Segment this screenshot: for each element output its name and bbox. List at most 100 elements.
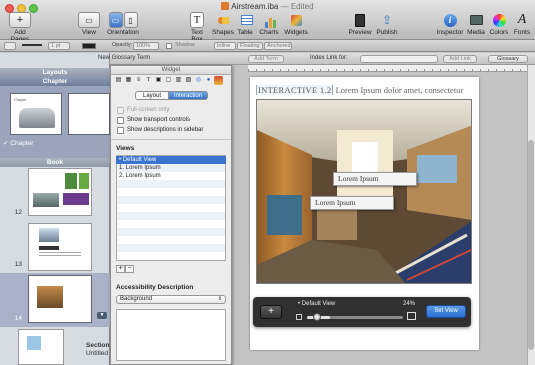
show-descriptions-checkbox[interactable]	[117, 127, 124, 134]
accessibility-description-field[interactable]	[116, 309, 226, 361]
show-descriptions-label: Show descriptions in sidebar	[127, 127, 204, 133]
page-thumbnail[interactable]	[28, 223, 92, 271]
tab-layout[interactable]: Layout	[135, 91, 169, 100]
show-transport-checkbox[interactable]	[117, 117, 124, 124]
accessibility-dropdown[interactable]: Background ⇕	[116, 295, 226, 304]
colors-button[interactable]: Colors	[488, 12, 510, 36]
stroke-style-selector[interactable]	[22, 44, 42, 46]
layout-inspector-icon[interactable]: ▦	[124, 76, 133, 85]
widget-title[interactable]: INTERACTIVE 1.2 Lorem Ipsum dolor amet, …	[256, 85, 476, 95]
widgets-icon	[285, 12, 307, 28]
add-term-button[interactable]: Add Term	[248, 55, 284, 63]
section-subtitle: Untitled	[86, 350, 109, 357]
widget-caption: Lorem Ipsum dolor amet, consectetur	[335, 85, 464, 95]
orientation-control[interactable]: ▭ ▯ Orientation	[105, 12, 141, 36]
chart-inspector-icon[interactable]: ▧	[184, 76, 193, 85]
format-bar: 1 pt Opacity: 100% Shadow Inline Floatin…	[0, 40, 535, 52]
shadow-checkbox[interactable]	[166, 43, 172, 49]
section-thumbnail[interactable]	[18, 329, 64, 365]
fonts-button[interactable]: A Fonts	[511, 12, 533, 36]
metrics-inspector-icon[interactable]: ▢	[164, 76, 173, 85]
callout-label[interactable]: Lorem Ipsum	[310, 196, 394, 210]
page-thumbnails-panel: Layouts Chapter Chapter ✓ Chapter Book 1…	[0, 53, 110, 365]
set-view-button[interactable]: Set View	[426, 305, 466, 318]
stroke-width-field[interactable]: 1 pt	[48, 42, 70, 50]
large-image-icon	[407, 312, 416, 320]
add-link-button[interactable]: Add Link	[443, 55, 477, 63]
floating-button[interactable]: Floating	[237, 42, 263, 50]
landscape-icon[interactable]: ▭	[108, 12, 123, 28]
widget-inspector-icon[interactable]	[214, 76, 223, 85]
zoom-slider-knob[interactable]	[313, 313, 321, 321]
views-list-item[interactable]: 2. Lorem Ipsum	[116, 172, 226, 180]
media-button[interactable]: Media	[465, 12, 487, 36]
chapter-layout-thumbnail[interactable]: Chapter	[10, 93, 62, 135]
preview-button[interactable]: Preview	[348, 12, 372, 36]
interactive-image[interactable]	[256, 99, 472, 284]
index-link-dropdown[interactable]	[360, 55, 438, 63]
quicktime-inspector-icon[interactable]: ●	[204, 76, 213, 85]
book-header: Book	[0, 158, 110, 167]
link-inspector-icon[interactable]: ◎	[194, 76, 203, 85]
accessibility-description-label: Accessibility Description	[116, 284, 194, 291]
chevron-down-icon[interactable]: ▼	[97, 312, 107, 319]
callout-label[interactable]: Lorem Ipsum	[333, 172, 417, 186]
view-icon: ▭	[78, 12, 100, 28]
document-name: Airstream.iba	[231, 2, 279, 11]
stroke-color-well[interactable]	[82, 43, 96, 49]
views-list-item[interactable]: • Default View	[116, 156, 226, 164]
text-box-button[interactable]: T Text Box	[186, 12, 208, 43]
page-thumbnail[interactable]	[28, 275, 92, 323]
table-icon	[236, 12, 258, 28]
view-button[interactable]: ▭ View	[78, 12, 100, 36]
add-view-list-button[interactable]: +	[116, 265, 125, 273]
color-wheel-icon	[488, 12, 510, 28]
page-number: 12	[14, 209, 22, 216]
publish-icon: ⇪	[381, 13, 393, 27]
add-pages-button[interactable]: + Add Pages	[5, 12, 35, 43]
charts-button[interactable]: Charts	[259, 12, 279, 36]
scrollbar-thumb[interactable]	[528, 140, 534, 350]
ruler	[248, 65, 527, 72]
document-inspector-icon[interactable]: ▤	[114, 76, 123, 85]
tab-interaction[interactable]: Interaction	[168, 91, 208, 100]
plus-icon: +	[9, 12, 31, 28]
layouts-header: Layouts	[0, 68, 110, 77]
remove-view-list-button[interactable]: −	[125, 265, 134, 273]
text-inspector-icon[interactable]: T	[144, 76, 153, 85]
graphic-inspector-icon[interactable]: ▣	[154, 76, 163, 85]
ipad-icon	[349, 12, 371, 28]
widget-inspector: Widget ▤ ▦ ≡ T ▣ ▢ ▥ ▧ ◎ ● Layout Intera…	[110, 65, 232, 365]
widget-label: INTERACTIVE 1.2	[256, 85, 334, 95]
media-icon	[465, 12, 487, 28]
styles-button[interactable]	[4, 42, 16, 50]
widgets-button[interactable]: Widgets	[284, 12, 308, 36]
inline-button[interactable]: Inline	[214, 42, 236, 50]
page-number: 13	[14, 261, 22, 268]
airstream-interior-image	[257, 100, 471, 283]
show-transport-label: Show transport controls	[127, 117, 191, 123]
layout-thumbnail[interactable]	[68, 93, 110, 135]
page-thumbnail[interactable]	[28, 168, 92, 216]
publish-button[interactable]: ⇪ Publish	[375, 12, 399, 36]
wrap-inspector-icon[interactable]: ≡	[134, 76, 143, 85]
glossary-button[interactable]: Glossary	[488, 55, 528, 63]
toolbar: Airstream.iba — Edited + Add Pages ▭ Vie…	[0, 0, 535, 43]
views-label: Views	[116, 145, 135, 152]
chevron-updown-icon: ⇕	[217, 296, 222, 302]
add-view-button[interactable]: +	[260, 305, 282, 319]
chapter-selected-label: ✓ Chapter	[3, 140, 34, 147]
portrait-icon[interactable]: ▯	[123, 12, 138, 28]
opacity-field[interactable]: 100%	[133, 42, 159, 50]
table-button[interactable]: Table	[236, 12, 254, 36]
fullscreen-only-checkbox[interactable]	[117, 107, 124, 114]
small-image-icon	[296, 314, 302, 320]
chapter-header: Chapter	[0, 77, 110, 86]
table-inspector-icon[interactable]: ▥	[174, 76, 183, 85]
fonts-icon: A	[517, 12, 527, 27]
inspector-button[interactable]: i Inspector	[436, 12, 464, 36]
shapes-button[interactable]: Shapes	[212, 12, 234, 36]
shapes-icon	[212, 12, 234, 28]
anchored-button[interactable]: Anchored	[264, 42, 292, 50]
views-list-item[interactable]: 1. Lorem Ipsum	[116, 164, 226, 172]
